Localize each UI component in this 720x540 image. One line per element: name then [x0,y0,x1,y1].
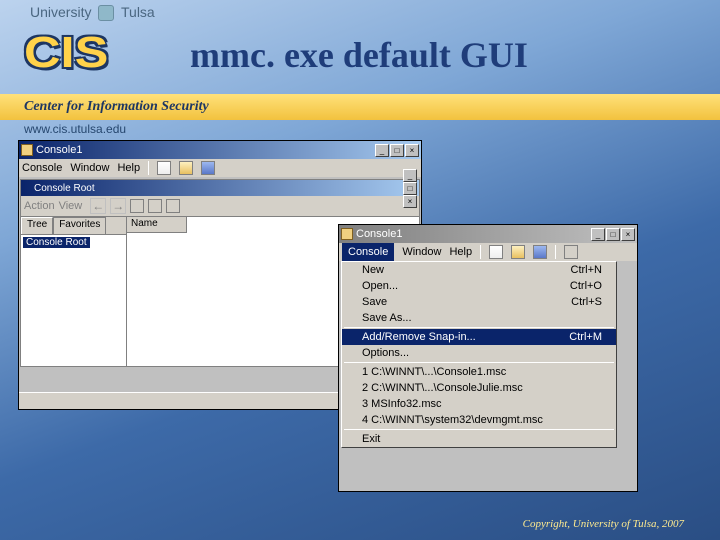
menu-item-exit[interactable]: Exit [342,431,616,447]
inner-minimize-button[interactable]: _ [403,169,417,182]
menu-window[interactable]: Window [70,162,109,174]
menu-item-accel: Ctrl+M [569,331,602,343]
close-button[interactable]: × [621,228,635,241]
inner-toolbar: Action View ← → [21,196,419,216]
menu-item-label: Save [362,296,387,308]
menu-console-open[interactable]: Console [342,243,394,261]
slide-title: mmc. exe default GUI [190,34,528,76]
grid-icon[interactable] [564,245,578,259]
app-icon [341,228,353,240]
menu-item-save-as[interactable]: Save As... [342,310,616,326]
tree-tabs: Tree Favorites [21,217,126,235]
favorites-tab[interactable]: Favorites [53,217,106,234]
menu-help[interactable]: Help [449,246,472,258]
center-label: Center for Information Security [24,99,209,115]
menu-item-recent-2[interactable]: 2 C:\WINNT\...\ConsoleJulie.msc [342,380,616,396]
menu-separator [344,327,614,328]
menu-help[interactable]: Help [117,162,140,174]
app-icon [21,144,33,156]
save-icon[interactable] [533,245,547,259]
toolbar-separator [480,245,481,259]
menu-item-add-remove-snapin[interactable]: Add/Remove Snap-in... Ctrl+M [342,329,616,345]
menu-window[interactable]: Window [402,246,441,258]
site-url: www.cis.utulsa.edu [24,122,126,136]
help-icon[interactable] [166,199,180,213]
center-label-bar: Center for Information Security [0,94,720,120]
menu-separator [344,429,614,430]
minimize-button[interactable]: _ [375,144,389,157]
tree-tab[interactable]: Tree [21,217,53,234]
cis-text: CIS [24,28,108,78]
menu-item-label: Options... [362,347,409,359]
maximize-button[interactable]: □ [390,144,404,157]
menu-item-label: Add/Remove Snap-in... [362,331,476,343]
new-icon[interactable] [157,161,171,175]
menu-item-label: Exit [362,433,380,445]
toolbar-separator [148,161,149,175]
open-icon[interactable] [179,161,193,175]
university-right: Tulsa [121,4,155,20]
view-menu[interactable]: View [59,200,83,212]
inner-close-button[interactable]: × [403,195,417,208]
titlebar: Console1 _ □ × [339,225,637,243]
inner-window-title: Console Root [34,183,95,194]
console-window-2: Console1 _ □ × Console Window Help New C… [338,224,638,492]
back-icon: ← [90,198,106,214]
close-button[interactable]: × [405,144,419,157]
menu-item-label: Save As... [362,312,412,324]
console-menu-dropdown: New Ctrl+N Open... Ctrl+O Save Ctrl+S Sa… [341,261,617,448]
column-header-name[interactable]: Name [127,217,187,233]
menu-item-label: 3 MSInfo32.msc [362,398,441,410]
menu-item-accel: Ctrl+S [571,296,602,308]
menu-item-recent-4[interactable]: 4 C:\WINNT\system32\devmgmt.msc [342,412,616,428]
menu-item-new[interactable]: New Ctrl+N [342,262,616,278]
menu-item-open[interactable]: Open... Ctrl+O [342,278,616,294]
maximize-button[interactable]: □ [606,228,620,241]
tree-root-item[interactable]: Console Root [23,237,90,248]
menu-item-accel: Ctrl+N [571,264,602,276]
save-icon[interactable] [201,161,215,175]
menu-item-accel: Ctrl+O [570,280,602,292]
window-title: Console1 [356,228,402,240]
menu-item-recent-3[interactable]: 3 MSInfo32.msc [342,396,616,412]
up-icon[interactable] [130,199,144,213]
menu-separator [344,362,614,363]
folder-icon [23,183,34,194]
tree-content[interactable]: Console Root [21,235,126,365]
menu-item-label: Open... [362,280,398,292]
menu-item-label: New [362,264,384,276]
inner-titlebar: Console Root _ □ × [21,180,419,196]
menu-item-label: 2 C:\WINNT\...\ConsoleJulie.msc [362,382,523,394]
window-title: Console1 [36,144,82,156]
university-left: University [30,4,91,20]
toolbar-separator [555,245,556,259]
seal-icon [98,5,114,21]
menu-item-recent-1[interactable]: 1 C:\WINNT\...\Console1.msc [342,364,616,380]
action-menu[interactable]: Action [24,200,55,212]
menu-item-label: 1 C:\WINNT\...\Console1.msc [362,366,506,378]
titlebar: Console1 _ □ × [19,141,421,159]
tree-pane: Tree Favorites Console Root [21,217,127,366]
inner-maximize-button[interactable]: □ [403,182,417,195]
menu-item-options[interactable]: Options... [342,345,616,361]
menubar: Console Window Help [339,243,637,261]
properties-icon[interactable] [148,199,162,213]
menu-console[interactable]: Console [22,162,62,174]
open-icon[interactable] [511,245,525,259]
menubar: Console Window Help [19,159,421,177]
forward-icon: → [110,198,126,214]
university-logo: University Tulsa [30,4,155,21]
new-icon[interactable] [489,245,503,259]
screenshot-area: Console1 _ □ × Console Window Help Conso… [18,140,702,510]
copyright: Copyright, University of Tulsa, 2007 [523,518,684,530]
minimize-button[interactable]: _ [591,228,605,241]
menu-item-label: 4 C:\WINNT\system32\devmgmt.msc [362,414,543,426]
cis-logo: CIS [24,28,97,78]
menu-item-save[interactable]: Save Ctrl+S [342,294,616,310]
